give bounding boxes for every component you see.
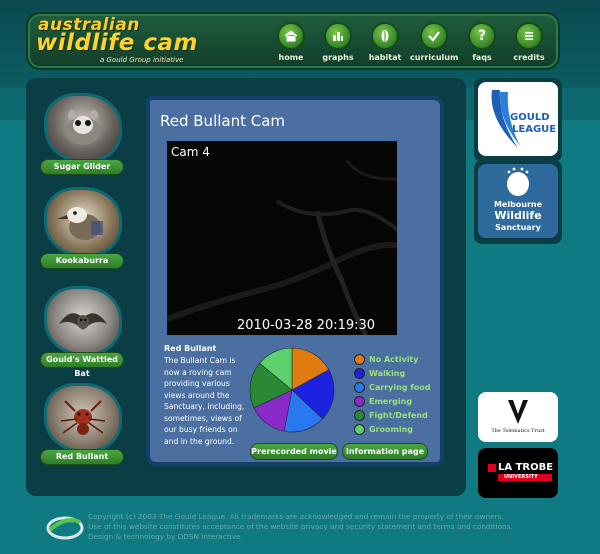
legend-swatch [354, 367, 365, 379]
nav-label: faqs [472, 53, 492, 62]
legend-item-emerging[interactable]: Emerging [354, 394, 431, 408]
melbourne-text: Melbourne [493, 200, 543, 209]
checkmark-icon [420, 22, 448, 50]
legend-swatch [354, 381, 365, 393]
legend-swatch [354, 409, 365, 421]
nav-faqs[interactable]: ? faqs [458, 22, 506, 62]
leaf-icon [371, 22, 399, 50]
footer-emblem [46, 516, 84, 540]
telematics-emblem [508, 400, 528, 424]
university-text: UNIVERSITY [504, 474, 538, 480]
gould-group-footer-logo [46, 512, 84, 546]
activity-pie-chart [249, 347, 335, 433]
animal-button-kookaburra[interactable]: Kookaburra [40, 253, 124, 269]
footer-line-1: Copyright (c) 2003 The Gould League. All… [88, 512, 504, 521]
legend-label: Emerging [369, 396, 413, 406]
animal-red-bullant[interactable]: Red Bullant [40, 383, 128, 465]
page-title: Red Bullant Cam [160, 112, 286, 130]
camera-timestamp: 2010-03-28 20:19:30 [237, 318, 376, 333]
la-trobe-text: LA TROBE [498, 462, 554, 473]
gould-league-logo[interactable]: GOULD LEAGUE [478, 82, 558, 156]
footer-line-2: Use of this website constitutes acceptan… [88, 522, 513, 531]
activity-legend: No Activity Walking Carrying food Emergi… [354, 352, 431, 436]
animal-sugar-glider[interactable]: Sugar Glider [40, 93, 128, 175]
legend-label: Grooming [369, 424, 414, 434]
kookaburra-image[interactable] [44, 187, 122, 257]
la-trobe-university-logo[interactable]: LA TROBE UNIVERSITY [478, 448, 558, 498]
sugar-glider-image[interactable] [44, 93, 122, 163]
legend-item-fight-defend[interactable]: Fight/Defend [354, 408, 431, 422]
description-title: Red Bullant [164, 344, 217, 353]
camera-video-feed[interactable]: Cam 4 2010-03-28 20:19:30 [166, 140, 398, 336]
league-text: LEAGUE [512, 124, 557, 135]
information-page-button[interactable]: Information page [342, 443, 428, 460]
footer-line-3: Design & technology by DDSN Interactive. [88, 532, 243, 541]
bar-chart-icon [324, 22, 352, 50]
legend-swatch [354, 353, 365, 365]
wildlife-text: Wildlife [494, 209, 542, 222]
question-icon: ? [468, 22, 496, 50]
nav-habitat[interactable]: habitat [361, 22, 409, 62]
footer-copyright: Copyright (c) 2003 The Gould League. All… [88, 512, 513, 542]
goulds-wattled-bat-image[interactable] [44, 286, 122, 356]
legend-item-grooming[interactable]: Grooming [354, 422, 431, 436]
logo-tagline: a Gould Group initiative [100, 56, 184, 64]
melbourne-wildlife-sanctuary-logo[interactable]: Melbourne Wildlife Sanctuary [478, 164, 558, 238]
legend-item-walking[interactable]: Walking [354, 366, 431, 380]
legend-label: No Activity [369, 354, 419, 364]
video-frame [167, 141, 397, 335]
animal-button-sugar-glider[interactable]: Sugar Glider [40, 159, 124, 175]
animal-button-red-bullant[interactable]: Red Bullant [40, 449, 124, 465]
house-icon [277, 22, 305, 50]
legend-label: Carrying food [369, 382, 431, 392]
nav-label: curriculum [410, 53, 459, 62]
legend-swatch [354, 423, 365, 435]
logo-line-2: wildlife cam [36, 30, 198, 56]
legend-label: Fight/Defend [369, 410, 428, 420]
nav-label: credits [513, 53, 545, 62]
red-bullant-image[interactable] [44, 383, 122, 453]
legend-label: Walking [369, 368, 406, 378]
telematics-trust-logo[interactable]: The Telematics Trust [478, 392, 558, 442]
animal-goulds-wattled-bat[interactable]: Gould's Wattled Bat [40, 286, 128, 378]
nav-label: habitat [368, 53, 402, 62]
telematics-text: The Telematics Trust [491, 428, 545, 434]
nav-label: graphs [322, 53, 354, 62]
nav-home[interactable]: home [267, 22, 315, 62]
animal-kookaburra[interactable]: Kookaburra [40, 187, 128, 269]
description-text: The Bullant Cam is now a roving cam prov… [164, 356, 245, 446]
la-trobe-emblem [488, 464, 496, 472]
camera-label: Cam 4 [171, 145, 210, 159]
legend-item-carrying-food[interactable]: Carrying food [354, 380, 431, 394]
cam-content-panel: Red Bullant Cam Cam 4 2010-03-28 20:19:3… [146, 96, 444, 466]
legend-item-no-activity[interactable]: No Activity [354, 352, 431, 366]
sanctuary-emblem [507, 167, 529, 196]
prerecorded-movie-button[interactable]: Prerecorded movie [250, 443, 338, 460]
nav-graphs[interactable]: graphs [314, 22, 362, 62]
legend-swatch [354, 395, 365, 407]
sanctuary-text: Sanctuary [495, 223, 541, 232]
nav-curriculum[interactable]: curriculum [410, 22, 458, 62]
gould-text: GOULD [510, 112, 550, 123]
nav-credits[interactable]: credits [505, 22, 553, 62]
animal-button-goulds-wattled-bat[interactable]: Gould's Wattled Bat [40, 352, 124, 378]
list-icon [515, 22, 543, 50]
nav-label: home [278, 53, 304, 62]
